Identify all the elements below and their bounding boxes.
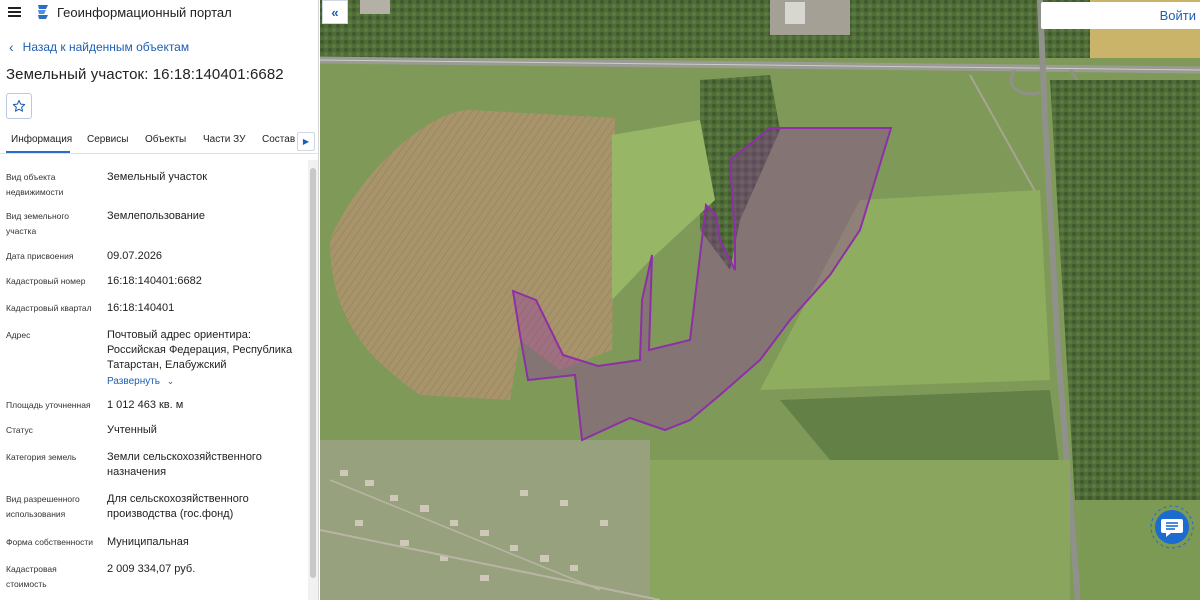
attribute-label: Статус <box>6 425 33 435</box>
attribute-value: Учтенный <box>107 424 157 436</box>
attribute-label: Вид разрешенного использования <box>6 494 80 519</box>
attribute-label: Вид объекта недвижимости <box>6 172 64 197</box>
attribute-value: 16:18:140401 <box>107 302 175 314</box>
tab-bar: Информация Сервисы Объекты Части ЗУ Сост… <box>0 129 318 154</box>
hamburger-menu-icon[interactable] <box>8 7 21 17</box>
chevron-down-icon: ⌄ <box>166 376 175 386</box>
attribute-label: Кадастровый номер <box>6 276 86 286</box>
portal-logo-icon[interactable] <box>35 4 51 20</box>
attribute-value: 1 012 463 кв. м <box>107 399 184 411</box>
attribute-value: Муниципальная <box>107 536 189 548</box>
industrial-zone <box>770 0 850 35</box>
attribute-label: Площадь уточненная <box>6 400 91 410</box>
tab-parts[interactable]: Части ЗУ <box>203 134 245 145</box>
attribute-label: Адрес <box>6 330 31 340</box>
satellite-map[interactable] <box>320 0 1200 600</box>
attribute-value: Почтовый адрес ориентира: Российская Фед… <box>107 329 293 371</box>
tab-composition[interactable]: Состав <box>262 134 295 145</box>
building-2 <box>360 0 390 14</box>
collapse-panel-button[interactable]: « <box>322 0 348 24</box>
panel-scrollbar[interactable] <box>308 160 318 600</box>
back-to-results-link[interactable]: ‹ Назад к найденным объектам <box>9 40 189 54</box>
attribute-label: Форма собственности <box>6 537 93 547</box>
double-chevron-left-icon: « <box>331 4 339 20</box>
chat-button[interactable] <box>1150 505 1194 549</box>
chevron-left-icon: ‹ <box>9 39 14 55</box>
attribute-value: 2 009 334,07 руб. <box>107 563 196 575</box>
scrollbar-thumb[interactable] <box>310 168 316 578</box>
attribute-label: Кадастровая стоимость <box>6 564 57 589</box>
attribute-value: Для сельскохозяйственного производства (… <box>107 493 249 520</box>
attribute-value: 09.07.2026 <box>107 250 163 262</box>
bottom-field <box>650 460 1070 600</box>
tab-objects[interactable]: Объекты <box>145 134 186 145</box>
attribute-label: Кадастровый квартал <box>6 303 92 313</box>
active-tab-indicator <box>6 151 70 153</box>
tab-information[interactable]: Информация <box>11 134 72 145</box>
expand-label: Развернуть <box>107 376 161 387</box>
forest-right <box>1050 80 1200 500</box>
star-icon <box>12 99 26 112</box>
chat-icon <box>1150 505 1194 549</box>
tab-services[interactable]: Сервисы <box>87 134 128 145</box>
tabs-scroll-right-button[interactable]: ▶ <box>297 132 315 151</box>
favorite-button[interactable] <box>6 93 32 119</box>
attribute-value: Земельный участок <box>107 171 208 183</box>
info-panel: Геоинформационный портал ‹ Назад к найде… <box>0 0 319 600</box>
attribute-value: Землепользование <box>107 210 206 222</box>
map-canvas[interactable] <box>320 0 1200 600</box>
attribute-label: Категория земель <box>6 452 77 462</box>
attribute-label: Дата присвоения <box>6 251 74 261</box>
caret-right-icon: ▶ <box>302 137 310 146</box>
app-title: Геоинформационный портал <box>57 4 232 20</box>
login-button[interactable]: Войти <box>1041 2 1200 29</box>
back-link-label: Назад к найденным объектам <box>22 40 190 54</box>
attribute-value: Земли сельскохозяйственного назначения <box>107 451 262 478</box>
top-bar: Геоинформационный портал <box>0 0 318 24</box>
attribute-label: Вид земельного участка <box>6 211 70 236</box>
object-title: Земельный участок: 16:18:140401:6682 <box>6 66 284 83</box>
expand-address-link[interactable]: Развернуть ⌄ <box>107 374 307 389</box>
attribute-value: 16:18:140401:6682 <box>107 275 202 287</box>
building-1 <box>785 2 805 24</box>
attributes-list: Вид объекта недвижимости Земельный участ… <box>0 160 308 600</box>
